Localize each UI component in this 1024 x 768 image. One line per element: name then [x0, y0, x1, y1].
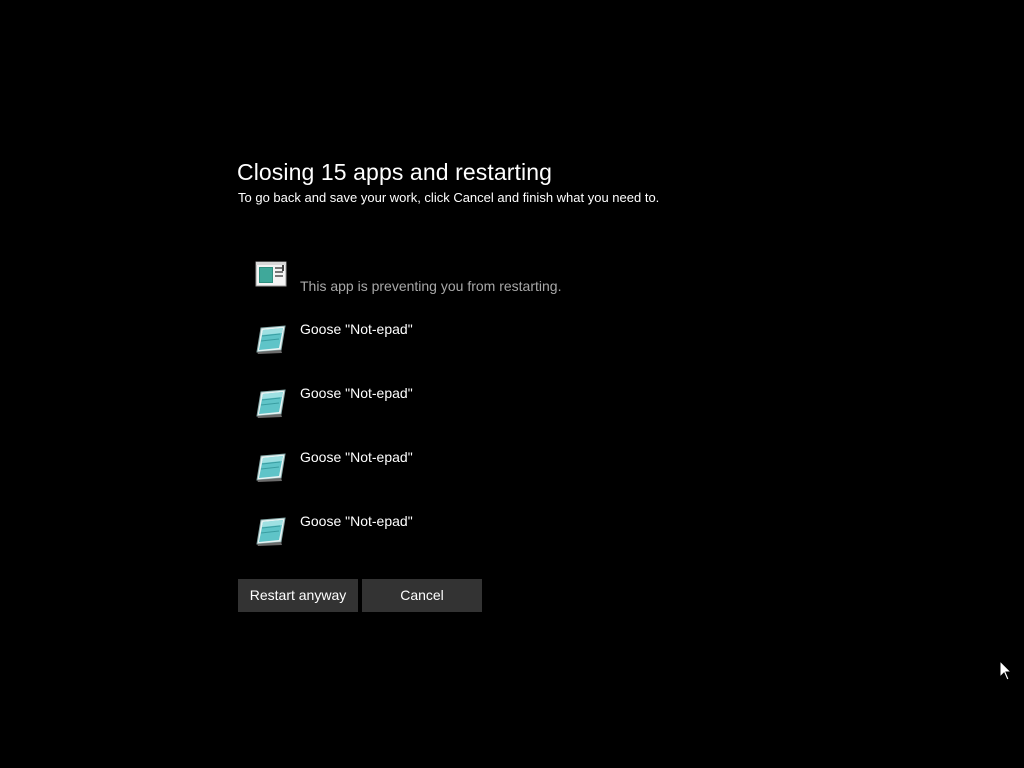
- notepad-icon: [256, 389, 286, 418]
- app-name: Goose "Not-epad": [300, 385, 413, 401]
- dialog-subtitle: To go back and save your work, click Can…: [238, 190, 660, 205]
- app-list: Goose "Not-epad" Goose "Not-epad" Goose …: [255, 320, 655, 576]
- restart-anyway-button[interactable]: Restart anyway: [238, 579, 358, 612]
- app-name: Goose "Not-epad": [300, 449, 413, 465]
- window-app-icon: [255, 261, 287, 287]
- notepad-icon: [256, 453, 286, 482]
- list-item: Goose "Not-epad": [255, 384, 655, 448]
- list-item: Goose "Not-epad": [255, 448, 655, 512]
- notepad-icon: [256, 325, 286, 354]
- app-name: Goose "Not-epad": [300, 513, 413, 529]
- dialog-title: Closing 15 apps and restarting: [237, 159, 552, 185]
- cancel-button[interactable]: Cancel: [362, 579, 482, 612]
- list-item: Goose "Not-epad": [255, 320, 655, 384]
- list-item: Goose "Not-epad": [255, 512, 655, 576]
- blocking-app-message: This app is preventing you from restarti…: [300, 278, 562, 294]
- notepad-icon: [256, 517, 286, 546]
- restart-screen: Closing 15 apps and restarting To go bac…: [0, 0, 1024, 768]
- mouse-cursor-icon: [999, 660, 1013, 681]
- blocking-app: This app is preventing you from restarti…: [255, 261, 655, 301]
- app-name: Goose "Not-epad": [300, 321, 413, 337]
